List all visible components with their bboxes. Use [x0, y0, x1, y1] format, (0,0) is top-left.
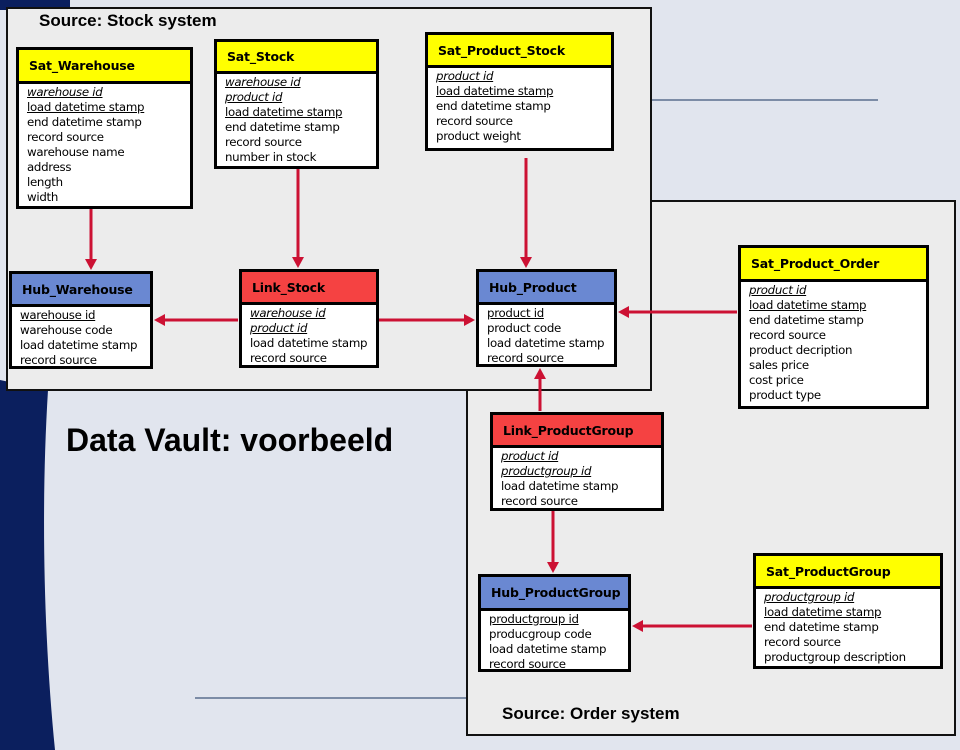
- entity-name: Sat_Stock: [217, 42, 376, 74]
- entity-fields: productgroup id load datetime stamp end da…: [756, 589, 940, 667]
- stock-system-title: Source: Stock system: [39, 11, 217, 30]
- entity-fields: warehouse id warehouse code load datetime …: [12, 307, 150, 370]
- attribute-field: end datetime stamp: [225, 120, 340, 134]
- attribute-field: record source: [225, 135, 302, 149]
- entity-sat-product-stock: Sat_Product_Stock product id load datetime…: [425, 32, 614, 151]
- entity-link-stock: Link_Stock warehouse id product id load dat…: [239, 269, 379, 368]
- attribute-field: record source: [487, 351, 564, 365]
- entity-fields: product id productgroup id load datetime s…: [493, 448, 661, 511]
- entity-name: Link_Stock: [242, 272, 376, 305]
- attribute-field: record source: [501, 494, 578, 508]
- attribute-field: end datetime stamp: [27, 115, 142, 129]
- entity-hub-product: Hub_Product product id product code load da…: [476, 269, 617, 367]
- attribute-field: product code: [487, 321, 561, 335]
- foreign-key-field: product id: [250, 321, 308, 335]
- attribute-field: end datetime stamp: [749, 313, 864, 327]
- attribute-field: productgroup description: [764, 650, 906, 664]
- attribute-field: length: [27, 175, 63, 189]
- attribute-field: end datetime stamp: [436, 99, 551, 113]
- entity-fields: product id load datetime stamp end datetim…: [741, 282, 926, 405]
- attribute-field: warehouse code: [20, 323, 113, 337]
- attribute-field: record source: [20, 353, 97, 367]
- attribute-field: product weight: [436, 129, 521, 143]
- primary-key-field: warehouse id: [20, 308, 96, 322]
- attribute-field: number in stock: [225, 150, 317, 164]
- attribute-field: load datetime stamp: [250, 336, 368, 350]
- entity-name: Link_ProductGroup: [493, 415, 661, 448]
- attribute-field: load datetime stamp: [487, 336, 605, 350]
- foreign-key-field: product id: [436, 69, 494, 83]
- primary-key-field: productgroup id: [489, 612, 579, 626]
- entity-sat-stock: Sat_Stock warehouse id product id load date…: [214, 39, 379, 169]
- entity-name: Hub_Warehouse: [12, 274, 150, 307]
- entity-name: Sat_Product_Order: [741, 248, 926, 282]
- attribute-field: load datetime stamp: [501, 479, 619, 493]
- entity-link-productgroup: Link_ProductGroup product id productgroup …: [490, 412, 664, 511]
- attribute-field: record source: [436, 114, 513, 128]
- primary-key-field: load datetime stamp: [764, 605, 882, 619]
- entity-name: Hub_Product: [479, 272, 614, 305]
- entity-sat-product-order: Sat_Product_Order product id load datetime…: [738, 245, 929, 409]
- attribute-field: product decription: [749, 343, 853, 357]
- entity-name: Sat_Warehouse: [19, 50, 190, 84]
- foreign-key-field: warehouse id: [250, 306, 326, 320]
- entity-hub-warehouse: Hub_Warehouse warehouse id warehouse code l…: [9, 271, 153, 369]
- entity-fields: product id product code load datetime stam…: [479, 305, 614, 368]
- order-system-title: Source: Order system: [502, 704, 680, 723]
- entity-fields: warehouse id product id load datetime stam…: [217, 74, 376, 167]
- attribute-field: warehouse name: [27, 145, 125, 159]
- attribute-field: record source: [749, 328, 826, 342]
- entity-fields: warehouse id load datetime stamp end datet…: [19, 84, 190, 207]
- attribute-field: record source: [764, 635, 841, 649]
- entity-hub-productgroup: Hub_ProductGroup productgroup id producgro…: [478, 574, 631, 672]
- attribute-field: record source: [250, 351, 327, 365]
- attribute-field: record source: [489, 657, 566, 671]
- primary-key-field: product id: [487, 306, 544, 320]
- foreign-key-field: productgroup id: [764, 590, 855, 604]
- attribute-field: producgroup code: [489, 627, 592, 641]
- attribute-field: load datetime stamp: [20, 338, 138, 352]
- entity-fields: warehouse id product id load datetime stam…: [242, 305, 376, 368]
- entity-fields: productgroup id producgroup code load date…: [481, 611, 628, 674]
- foreign-key-field: warehouse id: [27, 85, 103, 99]
- page-title: Data Vault: voorbeeld: [66, 422, 394, 458]
- entity-name: Sat_Product_Stock: [428, 35, 611, 68]
- attribute-field: load datetime stamp: [489, 642, 607, 656]
- entity-sat-productgroup: Sat_ProductGroup productgroup id load date…: [753, 553, 943, 669]
- attribute-field: width: [27, 190, 59, 204]
- entity-sat-warehouse: Sat_Warehouse warehouse id load datetime s…: [16, 47, 193, 209]
- foreign-key-field: product id: [225, 90, 283, 104]
- attribute-field: address: [27, 160, 72, 174]
- foreign-key-field: product id: [749, 283, 807, 297]
- primary-key-field: load datetime stamp: [27, 100, 145, 114]
- attribute-field: cost price: [749, 373, 804, 387]
- primary-key-field: load datetime stamp: [436, 84, 554, 98]
- foreign-key-field: product id: [501, 449, 559, 463]
- attribute-field: record source: [27, 130, 104, 144]
- attribute-field: end datetime stamp: [764, 620, 879, 634]
- primary-key-field: load datetime stamp: [749, 298, 867, 312]
- foreign-key-field: warehouse id: [225, 75, 301, 89]
- attribute-field: product type: [749, 388, 821, 402]
- entity-fields: product id load datetime stamp end datetim…: [428, 68, 611, 146]
- primary-key-field: load datetime stamp: [225, 105, 343, 119]
- attribute-field: sales price: [749, 358, 809, 372]
- entity-name: Sat_ProductGroup: [756, 556, 940, 589]
- entity-name: Hub_ProductGroup: [481, 577, 628, 611]
- foreign-key-field: productgroup id: [501, 464, 592, 478]
